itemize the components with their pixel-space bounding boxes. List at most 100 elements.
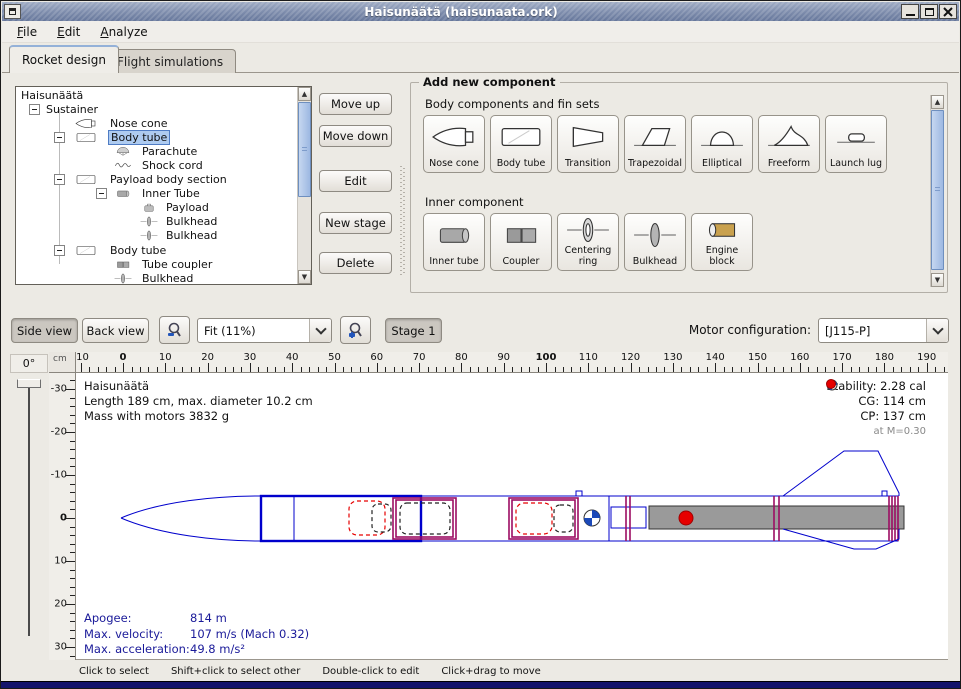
- fin-bottom[interactable]: [783, 529, 899, 549]
- tree-item-bulkhead[interactable]: Bulkhead: [16, 229, 297, 243]
- payload-body-section[interactable]: [421, 496, 609, 541]
- tree-item-label[interactable]: Bulkhead: [164, 229, 219, 242]
- tree-item-nose-cone[interactable]: Nose cone: [16, 116, 297, 130]
- add-freeform-button[interactable]: Freeform: [758, 115, 820, 173]
- window-frame-bottom: [1, 681, 960, 688]
- scroll-down-icon[interactable]: ▼: [298, 270, 311, 284]
- tree-item-label[interactable]: Payload body section: [108, 173, 229, 186]
- tree-item-payload[interactable]: Payload: [16, 201, 297, 215]
- add-trapezoidal-button[interactable]: Trapezoidal: [624, 115, 686, 173]
- add-inner-tube-button[interactable]: Inner tube: [423, 213, 485, 271]
- tree-item-bulkhead[interactable]: Bulkhead: [16, 215, 297, 229]
- edit-button[interactable]: Edit: [319, 170, 392, 192]
- delete-button[interactable]: Delete: [319, 252, 392, 274]
- zoom-in-button[interactable]: [340, 316, 371, 344]
- rotation-slider-handle[interactable]: [17, 379, 41, 388]
- tab-rocket-design[interactable]: Rocket design: [9, 45, 119, 73]
- payload-outline[interactable]: [554, 505, 573, 532]
- component-tree[interactable]: HaisunäätäSustainerNose coneBody tubePar…: [15, 86, 312, 285]
- scroll-up-icon[interactable]: ▲: [298, 87, 311, 101]
- nose-cone-outline[interactable]: [121, 496, 261, 518]
- tree-item-label[interactable]: Haisunäätä: [19, 89, 85, 102]
- tree-collapse-icon[interactable]: [96, 188, 107, 199]
- fin-top[interactable]: [783, 451, 899, 496]
- close-button[interactable]: [939, 4, 957, 19]
- ruler-label: 190: [917, 352, 936, 363]
- parachute-outline[interactable]: [349, 501, 385, 535]
- minimize-button[interactable]: [901, 4, 919, 19]
- tree-scrollbar[interactable]: ▲ ▼: [297, 87, 311, 284]
- stage-1-toggle[interactable]: Stage 1: [385, 318, 442, 343]
- tree-item-label[interactable]: Nose cone: [108, 117, 169, 130]
- add-transition-button[interactable]: Transition: [557, 115, 619, 173]
- selected-body-tube[interactable]: [261, 496, 421, 541]
- tree-collapse-icon[interactable]: [54, 132, 65, 143]
- tree-item-haisunäätä[interactable]: Haisunäätä: [16, 88, 297, 102]
- tree-collapse-icon[interactable]: [54, 245, 65, 256]
- window-menu-button[interactable]: [4, 4, 21, 19]
- component-scrollbar-thumb[interactable]: [931, 110, 944, 270]
- tree-item-bulkhead[interactable]: Bulkhead: [16, 271, 297, 285]
- tab-flight-simulations[interactable]: Flight simulations: [104, 49, 236, 73]
- launch-lug[interactable]: [882, 491, 887, 496]
- tree-item-label[interactable]: Bulkhead: [140, 272, 195, 285]
- scroll-down-icon[interactable]: ▼: [931, 273, 944, 287]
- scroll-up-icon[interactable]: ▲: [931, 95, 944, 109]
- flight-data: Apogee:814 mMax. velocity:107 m/s (Mach …: [84, 611, 309, 658]
- motor-configuration-select[interactable]: [J115-P]: [818, 318, 949, 343]
- stability-value: Stability: 2.28 cal: [826, 379, 926, 394]
- tree-item-label[interactable]: Shock cord: [140, 159, 205, 172]
- add-engine-block-button[interactable]: Engine block: [691, 213, 753, 271]
- menu-file[interactable]: File: [8, 23, 46, 41]
- launch-lug[interactable]: [576, 491, 582, 496]
- add-launch-lug-button[interactable]: Launch lug: [825, 115, 887, 173]
- tree-scrollbar-thumb[interactable]: [298, 102, 311, 197]
- panel-splitter[interactable]: [400, 166, 406, 276]
- maximize-button[interactable]: [920, 4, 938, 19]
- tree-collapse-icon[interactable]: [54, 174, 65, 185]
- tree-item-label[interactable]: Parachute: [140, 145, 199, 158]
- tree-collapse-icon[interactable]: [29, 104, 40, 115]
- nose-cone-outline[interactable]: [121, 518, 261, 541]
- menu-edit[interactable]: Edit: [48, 23, 89, 41]
- add-coupler-button[interactable]: Coupler: [490, 213, 552, 271]
- tree-item-tube-coupler[interactable]: Tube coupler: [16, 257, 297, 271]
- tree-item-sustainer[interactable]: Sustainer: [16, 102, 297, 116]
- rocket-canvas[interactable]: Haisunäätä Length 189 cm, max. diameter …: [76, 373, 948, 660]
- tree-item-payload-body-section[interactable]: Payload body section: [16, 173, 297, 187]
- ruler-tick: [774, 367, 775, 372]
- tree-item-label[interactable]: Inner Tube: [140, 187, 202, 200]
- tree-item-shock-cord[interactable]: Shock cord: [16, 158, 297, 172]
- add-elliptical-button[interactable]: Elliptical: [691, 115, 753, 173]
- payload-outline[interactable]: [516, 503, 552, 534]
- zoom-out-button[interactable]: [159, 316, 190, 344]
- tree-item-label[interactable]: Bulkhead: [164, 215, 219, 228]
- shock-cord-outline[interactable]: [372, 504, 391, 532]
- tree-item-label[interactable]: Tube coupler: [140, 258, 214, 271]
- move-down-button[interactable]: Move down: [319, 125, 392, 147]
- tree-item-label[interactable]: Body tube: [108, 130, 170, 145]
- tree-item-parachute[interactable]: Parachute: [16, 144, 297, 158]
- rotation-slider[interactable]: [28, 381, 30, 636]
- add-bulkhead-button[interactable]: Bulkhead: [624, 213, 686, 271]
- shock-cord-outline[interactable]: [400, 503, 450, 534]
- add-nose-cone-button[interactable]: Nose cone: [423, 115, 485, 173]
- tree-item-label[interactable]: Body tube: [108, 244, 168, 257]
- add-body-tube-button[interactable]: Body tube: [490, 115, 552, 173]
- add-centering-ring-button[interactable]: Centering ring: [557, 213, 619, 271]
- motor-mount-tube[interactable]: [611, 507, 646, 528]
- tree-item-inner-tube[interactable]: Inner Tube: [16, 187, 297, 201]
- component-scrollbar[interactable]: ▲ ▼: [930, 95, 944, 287]
- flight-data-row: Apogee:814 m: [84, 611, 309, 627]
- tree-item-label[interactable]: Payload: [164, 201, 211, 214]
- menu-analyze[interactable]: Analyze: [91, 23, 156, 41]
- tree-item-body-tube[interactable]: Body tube: [16, 130, 297, 144]
- new-stage-button[interactable]: New stage: [319, 212, 392, 234]
- back-view-button[interactable]: Back view: [82, 318, 149, 343]
- tree-item-body-tube[interactable]: Body tube: [16, 243, 297, 257]
- zoom-level-select[interactable]: Fit (11%): [197, 318, 332, 343]
- move-up-button[interactable]: Move up: [319, 93, 392, 115]
- tree-item-label[interactable]: Sustainer: [44, 103, 100, 116]
- side-view-button[interactable]: Side view: [11, 318, 78, 343]
- ruler-tick: [445, 367, 446, 372]
